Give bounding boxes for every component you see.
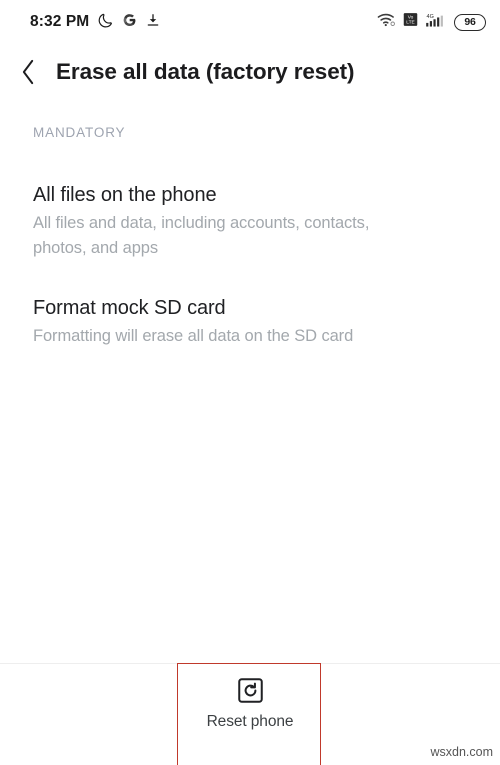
svg-text:LTE: LTE bbox=[406, 20, 414, 26]
list-item-title: Format mock SD card bbox=[33, 297, 226, 319]
bottom-action-bar: Reset phone bbox=[0, 664, 500, 765]
download-icon bbox=[146, 12, 160, 33]
battery-level-label: 96 bbox=[464, 15, 476, 28]
list-item-subtitle: All files and data, including accounts, … bbox=[33, 214, 370, 257]
google-icon bbox=[122, 12, 137, 33]
settings-list: All files on the phone All files and dat… bbox=[0, 176, 500, 367]
reset-phone-button[interactable]: Reset phone bbox=[185, 678, 315, 731]
status-bar-left: 8:32 PM bbox=[30, 12, 160, 33]
reset-phone-label: Reset phone bbox=[206, 713, 294, 730]
list-item-subtitle: Formatting will erase all data on the SD… bbox=[33, 327, 354, 345]
wifi-icon bbox=[377, 12, 396, 32]
battery-icon: 96 bbox=[454, 13, 486, 31]
reset-phone-icon bbox=[237, 678, 263, 703]
list-item-title: All files on the phone bbox=[33, 184, 217, 206]
page-title: Erase all data (factory reset) bbox=[56, 59, 355, 84]
status-bar-right: Vo LTE 4G 96 bbox=[377, 12, 486, 33]
section-header-mandatory: MANDATORY bbox=[33, 125, 126, 140]
phone-screen: 8:32 PM Vo LTE 4G 96 Erase all data (fac… bbox=[0, 0, 500, 765]
signal-bars-icon: 4G bbox=[425, 12, 447, 33]
list-item-all-files-on-the-phone[interactable]: All files on the phone All files and dat… bbox=[0, 176, 500, 279]
app-bar: Erase all data (factory reset) bbox=[0, 46, 500, 98]
watermark: wsxdn.com bbox=[430, 745, 493, 759]
chevron-left-icon bbox=[22, 59, 33, 85]
volte-icon: Vo LTE bbox=[403, 12, 418, 32]
svg-text:4G: 4G bbox=[427, 13, 434, 19]
moon-icon bbox=[98, 12, 113, 33]
svg-text:Vo: Vo bbox=[408, 14, 414, 20]
list-item-format-mock-sd-card[interactable]: Format mock SD card Formatting will eras… bbox=[0, 279, 500, 367]
status-bar: 8:32 PM Vo LTE 4G 96 bbox=[0, 0, 500, 44]
status-clock: 8:32 PM bbox=[30, 13, 90, 30]
back-button[interactable] bbox=[0, 46, 56, 98]
